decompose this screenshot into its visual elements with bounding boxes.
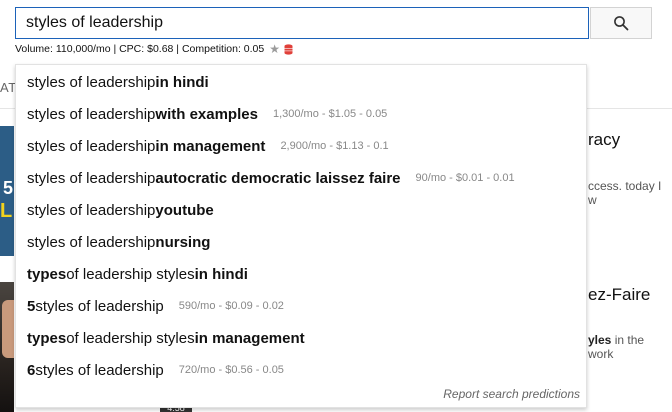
suggestion-completion: with examples <box>155 105 258 123</box>
suggestion-query-part: styles of leadership <box>27 201 156 219</box>
search-suggestions-dropdown: styles of leadership in hindi styles of … <box>15 64 587 408</box>
suggestion-pre-bold: types <box>27 265 67 283</box>
suggestion-completion: in hindi <box>194 265 248 283</box>
search-input[interactable] <box>16 8 588 38</box>
database-icon[interactable] <box>284 43 293 55</box>
result-snippet-bold: yles <box>588 333 612 347</box>
suggestion-item[interactable]: styles of leadership youtube <box>16 194 586 226</box>
suggestion-metrics: 2,900/mo - $1.13 - 0.1 <box>280 140 389 152</box>
suggestion-pre-bold: 6 <box>27 361 36 379</box>
suggestion-completion: youtube <box>155 201 214 219</box>
suggestion-query-part: styles of leadership <box>27 73 156 91</box>
suggestion-item[interactable]: types of leadership styles in management <box>16 322 586 354</box>
suggestion-item[interactable]: 6 styles of leadership 720/mo - $0.56 - 0… <box>16 354 586 386</box>
search-button[interactable] <box>590 7 652 39</box>
suggestion-completion: nursing <box>155 233 211 251</box>
suggestion-item[interactable]: 5 styles of leadership 590/mo - $0.09 - 0… <box>16 290 586 322</box>
suggestion-item[interactable]: styles of leadership nursing <box>16 226 586 258</box>
suggestion-completion: in management <box>194 329 305 347</box>
keyword-stats-text: Volume: 110,000/mo | CPC: $0.68 | Compet… <box>15 43 265 55</box>
suggestion-query-part: styles of leadership <box>27 233 156 251</box>
person-face <box>2 300 14 358</box>
suggestion-query-part: styles of leadership <box>35 361 164 379</box>
video-thumbnail-person[interactable] <box>0 282 14 412</box>
suggestion-list: styles of leadership in hindi styles of … <box>16 65 586 386</box>
suggestion-query-part: styles of leadership <box>35 297 164 315</box>
suggestion-query-part: styles of leadership <box>27 169 156 187</box>
suggestion-metrics: 90/mo - $0.01 - 0.01 <box>415 172 515 184</box>
keyword-stats: Volume: 110,000/mo | CPC: $0.68 | Compet… <box>15 42 293 56</box>
suggestion-metrics: 1,300/mo - $1.05 - 0.05 <box>272 108 388 120</box>
search-box[interactable] <box>15 7 589 39</box>
suggestion-metrics: 590/mo - $0.09 - 0.02 <box>178 300 284 312</box>
result-title[interactable]: ez-Faire <box>588 285 650 305</box>
result-snippet: ccess. today I w <box>588 179 662 207</box>
suggestion-pre-bold: 5 <box>27 297 36 315</box>
search-icon <box>614 16 629 31</box>
video-thumbnail[interactable]: 5 L <box>0 126 14 256</box>
suggestion-completion: autocratic democratic laissez faire <box>155 169 401 187</box>
suggestion-query-part: of leadership styles <box>66 329 195 347</box>
suggestion-query-part: styles of leadership <box>27 105 156 123</box>
result-snippet: yles in the work <box>588 333 672 361</box>
report-predictions-link[interactable]: Report search predictions <box>443 387 580 401</box>
thumbnail-text: 5 <box>3 178 14 198</box>
suggestion-query-part: of leadership styles <box>66 265 195 283</box>
suggestion-item[interactable]: styles of leadership in management 2,900/… <box>16 130 586 162</box>
suggestion-item[interactable]: types of leadership styles in hindi <box>16 258 586 290</box>
suggestion-metrics: 720/mo - $0.56 - 0.05 <box>178 364 284 376</box>
suggestion-completion: in hindi <box>155 73 209 91</box>
result-title[interactable]: racy <box>588 130 620 150</box>
suggestion-query-part: styles of leadership <box>27 137 156 155</box>
star-icon[interactable]: ★ <box>269 43 280 55</box>
suggestion-item[interactable]: styles of leadership in hindi <box>16 66 586 98</box>
suggestion-item[interactable]: styles of leadership autocratic democrat… <box>16 162 586 194</box>
suggestion-completion: in management <box>155 137 266 155</box>
thumbnail-text-accent: L <box>0 200 13 222</box>
suggestion-item[interactable]: styles of leadership with examples 1,300/… <box>16 98 586 130</box>
suggestion-pre-bold: types <box>27 329 67 347</box>
